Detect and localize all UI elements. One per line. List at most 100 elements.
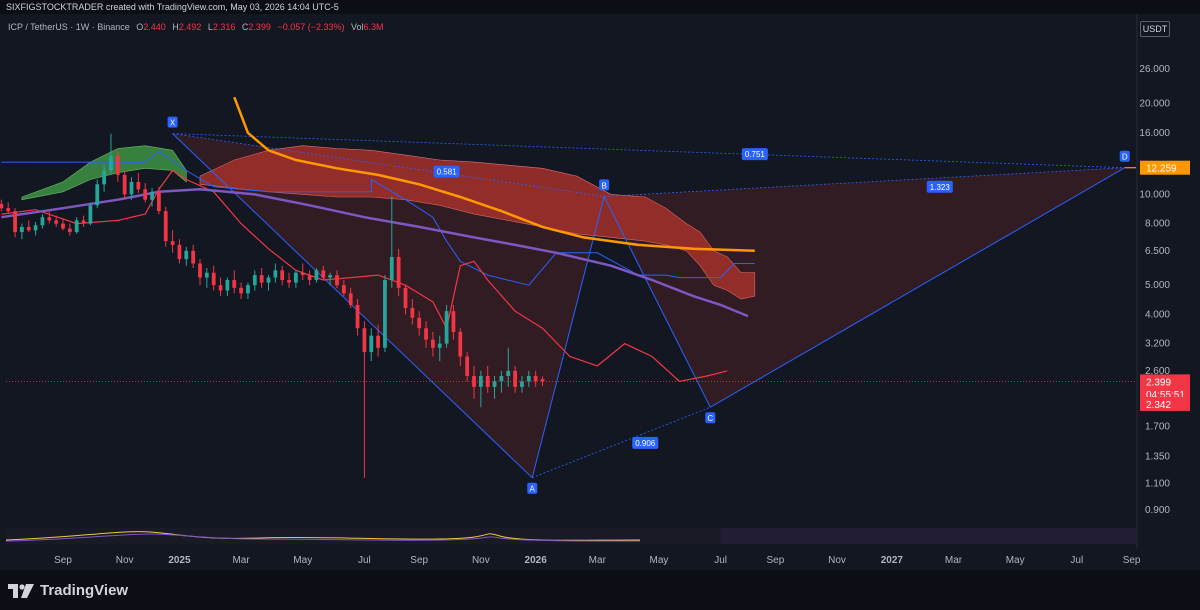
y-tick-label: 1.350 <box>1145 452 1170 463</box>
x-tick-label: Jul <box>714 555 727 566</box>
x-tick-label: Nov <box>116 555 134 566</box>
y-tick-label: 8.000 <box>1145 219 1170 230</box>
candle-body <box>74 220 79 233</box>
price-badge-label: 2.342 <box>1146 400 1171 411</box>
candle-body <box>109 156 113 171</box>
x-tick-label: May <box>649 555 668 566</box>
candle-body <box>335 275 339 286</box>
candle-body <box>321 270 326 278</box>
candle-body <box>328 275 333 278</box>
candle-body <box>348 293 353 305</box>
y-tick-label: 10.000 <box>1139 189 1170 200</box>
candle-body <box>102 170 106 185</box>
x-tick-label: 2025 <box>168 555 191 566</box>
x-tick-label: Sep <box>54 555 72 566</box>
ratio-label: 0.751 <box>745 150 766 159</box>
candle-body <box>533 375 538 382</box>
footer-bar <box>0 570 1200 610</box>
y-tick-label: 3.200 <box>1145 339 1170 350</box>
candle-body <box>6 208 11 212</box>
candle-body <box>150 191 154 200</box>
volume-key: Vol <box>351 22 364 32</box>
tradingview-logo-icon <box>8 583 34 598</box>
candle-body <box>383 280 387 348</box>
candle-body <box>451 311 456 332</box>
candle-body <box>437 343 442 348</box>
candle-body <box>26 226 31 231</box>
x-tick-label: Sep <box>1123 555 1141 566</box>
symbol-label[interactable]: ICP / TetherUS · 1W · Binance <box>8 22 130 32</box>
candle-body <box>115 156 120 175</box>
x-tick-label: Nov <box>472 555 490 566</box>
candle-body <box>307 275 312 281</box>
y-tick-label: 1.100 <box>1145 479 1170 490</box>
close-value: 2.399 <box>248 22 271 32</box>
candle-body <box>287 280 291 283</box>
candle-body <box>424 328 428 340</box>
y-tick-label: 0.900 <box>1145 505 1170 516</box>
candle-body <box>280 270 285 281</box>
candle-body <box>47 217 52 221</box>
candle-body <box>513 370 517 387</box>
y-tick-label: 6.500 <box>1145 246 1170 257</box>
price-chart[interactable]: X A B C D 0.751 0.581 1.323 0.906 26.000 20.000 16.… <box>0 0 1200 570</box>
candle-body <box>143 189 148 200</box>
ratio-label: 0.581 <box>437 168 458 177</box>
x-tick-label: Mar <box>945 555 963 566</box>
candle-body <box>191 250 196 264</box>
candle-body <box>184 250 189 260</box>
x-tick-label: Mar <box>232 555 250 566</box>
candle-body <box>259 275 264 283</box>
candle-body <box>403 287 408 309</box>
candle-body <box>33 225 38 231</box>
y-tick-label: 1.700 <box>1145 421 1170 432</box>
candle-body <box>177 244 182 260</box>
currency-selector[interactable]: USDT <box>1140 21 1170 37</box>
y-tick-label: 16.000 <box>1139 128 1170 139</box>
price-badge-label: 2.399 <box>1146 377 1171 388</box>
chart-background <box>0 14 1200 570</box>
y-tick-label: 4.000 <box>1145 309 1170 320</box>
candle-body <box>95 184 100 206</box>
x-tick-label: Jul <box>1070 555 1083 566</box>
candle-body <box>362 328 367 353</box>
x-tick-label: Sep <box>410 555 428 566</box>
candle-body <box>129 181 134 195</box>
candle-body <box>266 277 271 283</box>
x-tick-label: 2026 <box>525 555 548 566</box>
candle-body <box>218 285 223 291</box>
open-value: 2.440 <box>143 22 166 32</box>
candle-body <box>458 331 463 357</box>
candle-body <box>389 257 394 281</box>
candle-body <box>314 270 319 281</box>
candle-body <box>369 335 374 353</box>
candle-body <box>499 375 504 382</box>
candle-body <box>204 272 209 278</box>
x-tick-label: Mar <box>589 555 607 566</box>
pattern-point-c-label: C <box>707 414 713 423</box>
pattern-point-b-label: B <box>601 181 606 190</box>
candle-body <box>465 356 470 376</box>
y-tick-label: 26.000 <box>1139 64 1170 75</box>
candle-body <box>376 335 380 348</box>
candle-body <box>211 272 216 286</box>
candle-body <box>157 191 161 212</box>
tradingview-logo[interactable]: TradingView <box>8 582 128 599</box>
candle-body <box>13 211 17 233</box>
oscillator-future-zone <box>720 528 1136 544</box>
candle-body <box>355 304 360 329</box>
candle-body <box>88 205 93 224</box>
x-tick-label: Jul <box>358 555 371 566</box>
high-value: 2.492 <box>178 22 202 32</box>
candle-body <box>246 285 250 294</box>
pattern-point-d-label: D <box>1122 153 1128 162</box>
ratio-label: 1.323 <box>930 183 951 192</box>
change-value: −0.057 (−2.33%) <box>277 22 345 32</box>
y-tick-label: 20.000 <box>1139 99 1170 110</box>
candle-body <box>232 280 237 288</box>
candle-body <box>136 181 141 190</box>
candle-body <box>410 308 415 318</box>
pattern-point-a-label: A <box>530 485 536 494</box>
candle-body <box>431 339 435 348</box>
x-tick-label: Sep <box>767 555 785 566</box>
